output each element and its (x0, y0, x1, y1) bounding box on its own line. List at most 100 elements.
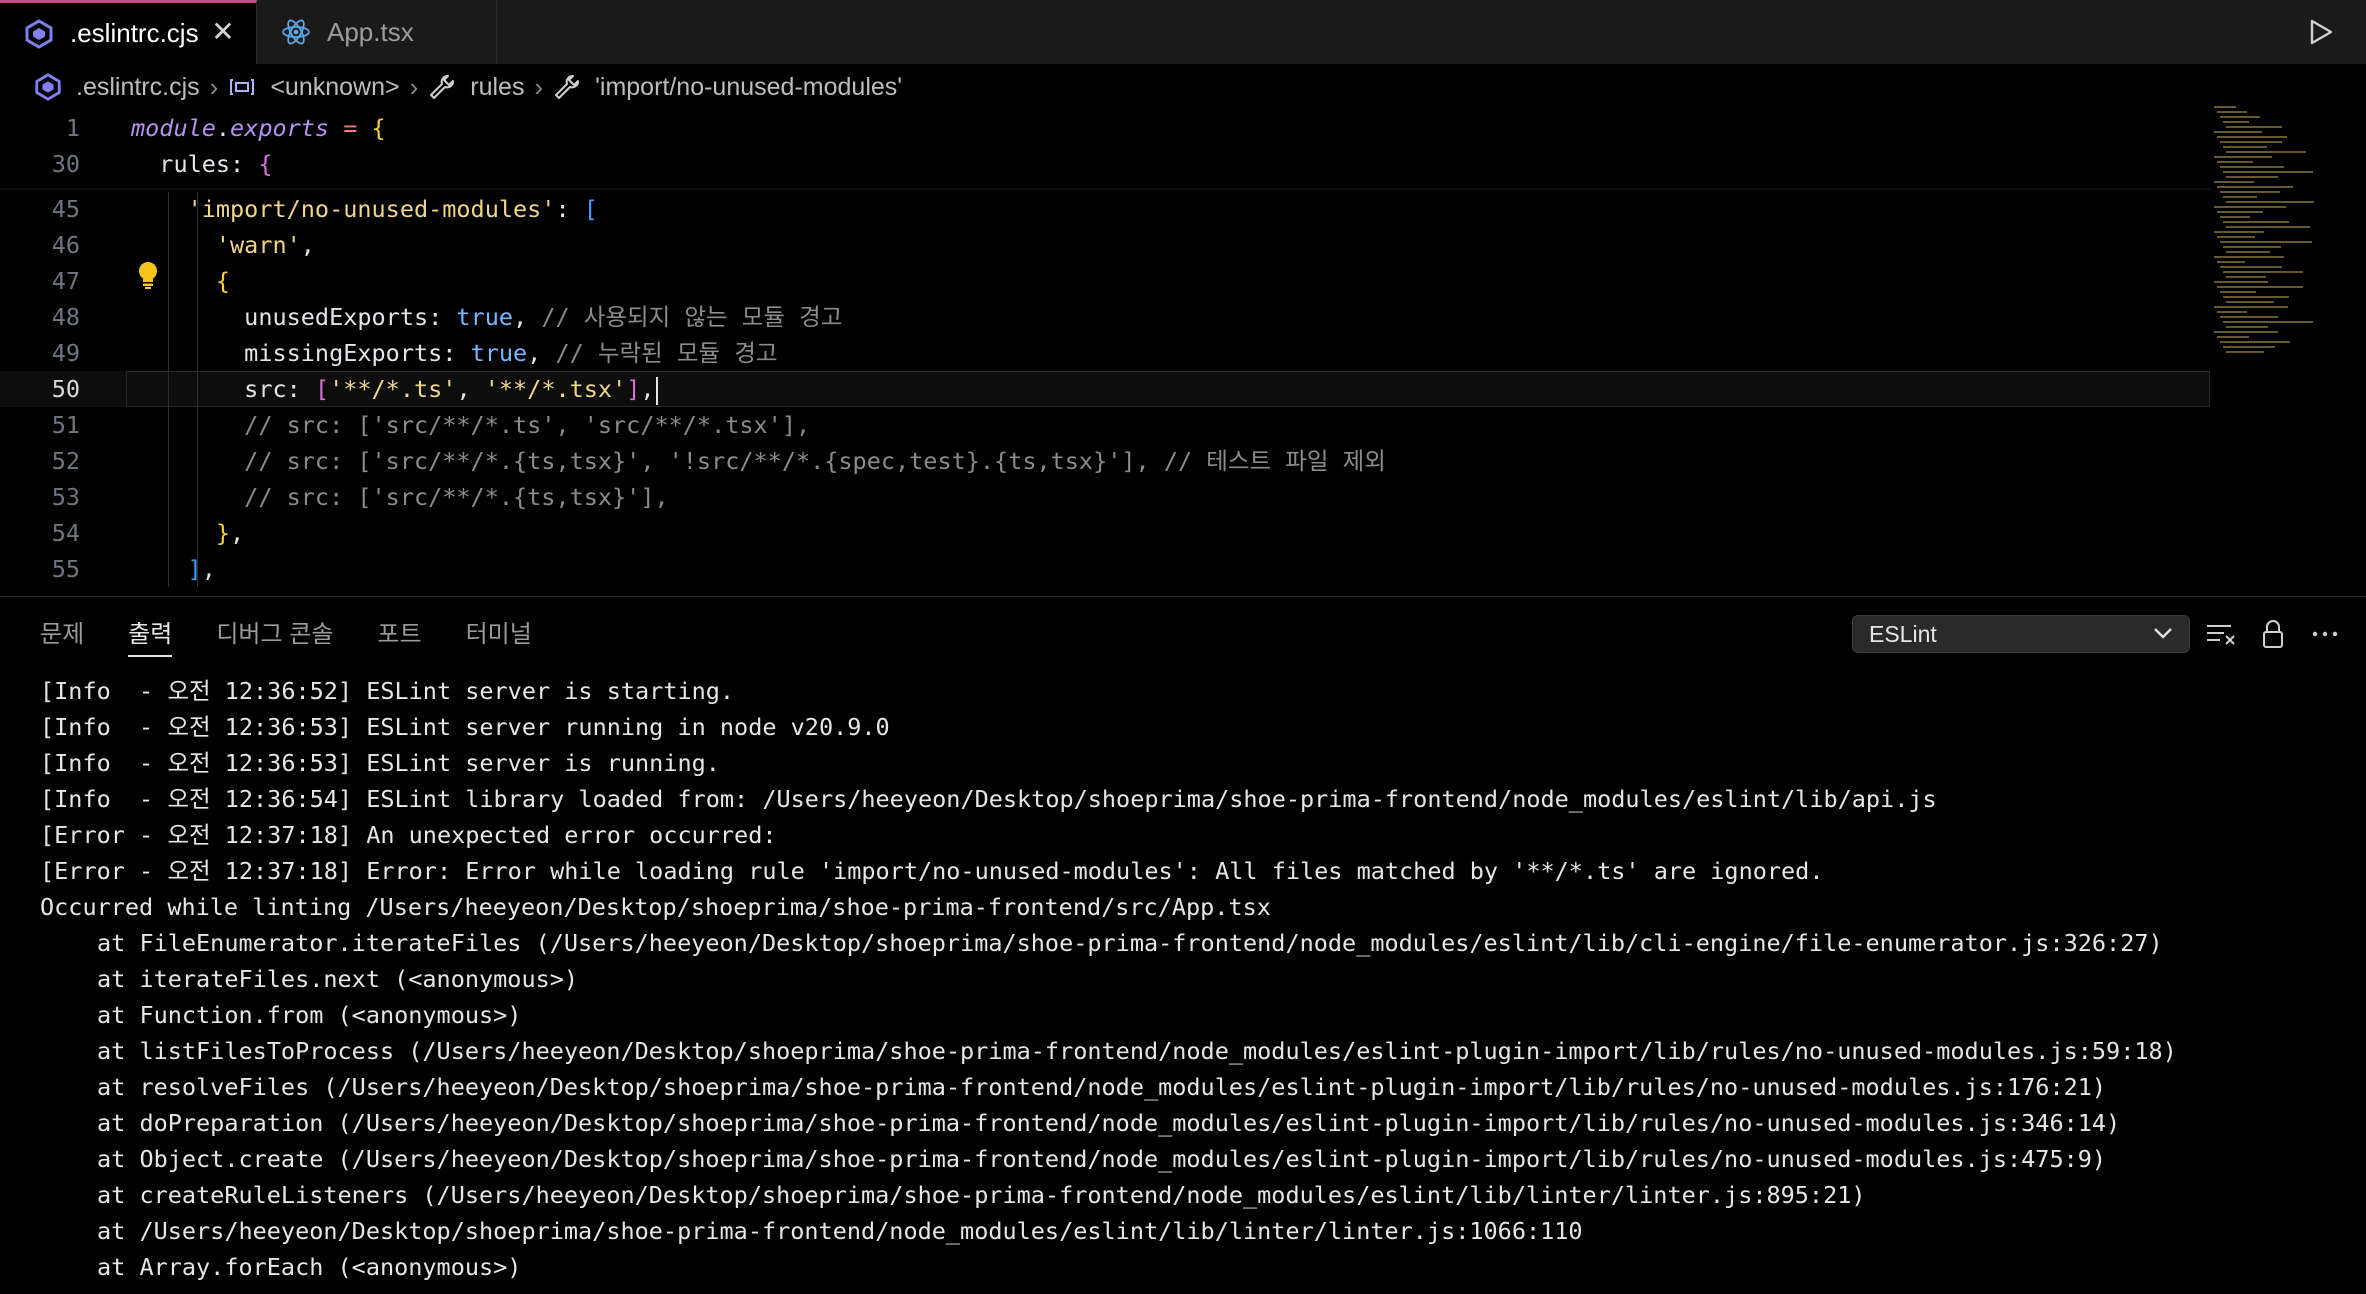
indent-guide (197, 191, 198, 227)
code-token: , (513, 303, 542, 331)
code-token: = (329, 114, 372, 142)
minimap-line (2223, 171, 2313, 173)
panel-tab[interactable]: 디버그 콘솔 (216, 597, 333, 673)
minimap-line (2214, 231, 2264, 233)
code-line[interactable]: 45 'import/no-unused-modules': [ (0, 191, 2210, 227)
code-token: ] (626, 375, 641, 403)
panel-tab[interactable]: 출력 (128, 597, 173, 673)
line-number: 46 (51, 231, 80, 259)
run-icon[interactable] (2304, 16, 2336, 48)
code-token: // src: ['src/**/*.{ts,tsx}', '!src/**/*… (131, 447, 1386, 475)
code-token: , (300, 231, 315, 259)
line-number: 49 (51, 339, 80, 367)
minimap[interactable] (2210, 106, 2340, 406)
minimap-line (2226, 276, 2266, 278)
breadcrumb-item-file[interactable]: .eslintrc.cjs (34, 73, 200, 102)
code-token: { (258, 150, 273, 178)
code-line[interactable]: 49 missingExports: true, // 누락된 모듈 경고 (0, 335, 2210, 371)
breadcrumb: .eslintrc.cjs › <unknown> › rules › 'imp… (0, 64, 2366, 110)
minimap-line (2226, 176, 2278, 178)
code-line[interactable]: 1 module.exports = { (0, 110, 2210, 146)
text-cursor (655, 376, 658, 405)
indent-guide (197, 443, 198, 479)
close-icon[interactable]: ✕ (208, 17, 238, 47)
minimap-line (2220, 116, 2260, 118)
code-line[interactable]: 54 }, (0, 515, 2210, 551)
code-token: { (215, 267, 231, 295)
breadcrumb-label: rules (470, 72, 525, 101)
code-text: missingExports: true, // 누락된 모듈 경고 (131, 335, 777, 371)
minimap-line (2214, 331, 2278, 333)
output-line: Occurred while linting /Users/heeyeon/De… (40, 893, 1271, 921)
indent-guide (197, 407, 198, 443)
breadcrumb-item-rules[interactable]: rules (428, 73, 524, 102)
panel-tab[interactable]: 포트 (377, 597, 421, 673)
tab-app-tsx[interactable]: App.tsx (257, 0, 497, 64)
indent-guide (168, 479, 169, 515)
output-line: [Info - 오전 12:36:52] ESLint server is st… (40, 677, 735, 705)
breadcrumb-item-rule[interactable]: 'import/no-unused-modules' (553, 73, 902, 102)
output-line: at /Users/heeyeon/Desktop/shoeprima/shoe… (97, 1217, 1583, 1245)
code-line[interactable]: 50 src: ['**/*.ts', '**/*.tsx'], (0, 371, 2210, 407)
minimap-line (2217, 236, 2255, 238)
sticky-scroll-divider (0, 188, 2210, 192)
code-editor[interactable]: 1 module.exports = {30 rules: { 45 'import… (0, 110, 2366, 596)
code-token: 'import/no-unused-modules' (187, 195, 556, 223)
indent-guide (168, 443, 169, 479)
code-token: module (131, 114, 216, 142)
code-token: { (371, 114, 386, 142)
more-actions-icon[interactable] (2308, 617, 2342, 651)
output-log[interactable]: [Info - 오전 12:36:52] ESLint server is st… (40, 673, 2340, 1283)
code-token: // src: ['src/**/*.ts', 'src/**/*.tsx'], (131, 411, 811, 439)
minimap-line (2214, 181, 2254, 183)
minimap-line (2220, 291, 2256, 293)
output-line: at Array.forEach (<anonymous>) (97, 1253, 522, 1281)
tab-label: .eslintrc.cjs (70, 18, 199, 48)
output-channel-select[interactable]: ESLint (1852, 615, 2190, 653)
code-line[interactable]: 51 // src: ['src/**/*.ts', 'src/**/*.tsx… (0, 407, 2210, 443)
minimap-line (2226, 226, 2310, 228)
tab-eslintrc[interactable]: .eslintrc.cjs ✕ (0, 0, 257, 64)
line-number: 54 (51, 519, 80, 547)
minimap-line (2223, 246, 2281, 248)
clear-output-icon[interactable] (2204, 617, 2238, 651)
code-line[interactable]: 53 // src: ['src/**/*.{ts,tsx}'], (0, 479, 2210, 515)
minimap-line (2217, 286, 2303, 288)
minimap-line (2226, 201, 2314, 203)
minimap-line (2217, 336, 2249, 338)
editor-tab-bar: .eslintrc.cjs ✕ App.tsx (0, 0, 2366, 64)
code-line[interactable]: 48 unusedExports: true, // 사용되지 않는 모듈 경고 (0, 299, 2210, 335)
code-text: }, (131, 515, 244, 551)
code-line[interactable]: 52 // src: ['src/**/*.{ts,tsx}', '!src/*… (0, 443, 2210, 479)
minimap-line (2220, 341, 2290, 343)
breadcrumb-item-unknown[interactable]: <unknown> (228, 72, 400, 102)
panel-tab[interactable]: 터미널 (466, 597, 532, 673)
chevron-right-icon: › (209, 71, 219, 102)
lightbulb-icon[interactable] (137, 261, 159, 289)
code-line[interactable]: 55 ], (0, 551, 2210, 587)
panel-tab[interactable]: 문제 (40, 597, 84, 673)
minimap-line (2214, 206, 2286, 208)
breadcrumb-label: <unknown> (270, 72, 400, 101)
code-line[interactable]: 46 'warn', (0, 227, 2210, 263)
indent-guide (197, 263, 198, 299)
line-number: 55 (51, 555, 80, 583)
minimap-line (2217, 111, 2247, 113)
code-line[interactable]: 30 rules: { (0, 146, 2210, 182)
indent-guide (197, 227, 198, 263)
chevron-right-icon: › (409, 71, 419, 102)
line-number: 48 (51, 303, 80, 331)
tab-label: App.tsx (327, 16, 414, 47)
code-token: [ (583, 195, 598, 223)
minimap-line (2217, 186, 2293, 188)
minimap-line (2220, 241, 2312, 243)
lock-icon[interactable] (2256, 617, 2290, 651)
minimap-line (2223, 271, 2303, 273)
minimap-line (2220, 191, 2280, 193)
output-line: at Object.create (/Users/heeyeon/Desktop… (97, 1145, 2107, 1173)
code-text: ], (131, 551, 216, 587)
code-token: [ (314, 375, 330, 403)
indent-guide (168, 335, 169, 371)
code-line[interactable]: 47 { (0, 263, 2210, 299)
code-text: module.exports = { (131, 110, 386, 146)
